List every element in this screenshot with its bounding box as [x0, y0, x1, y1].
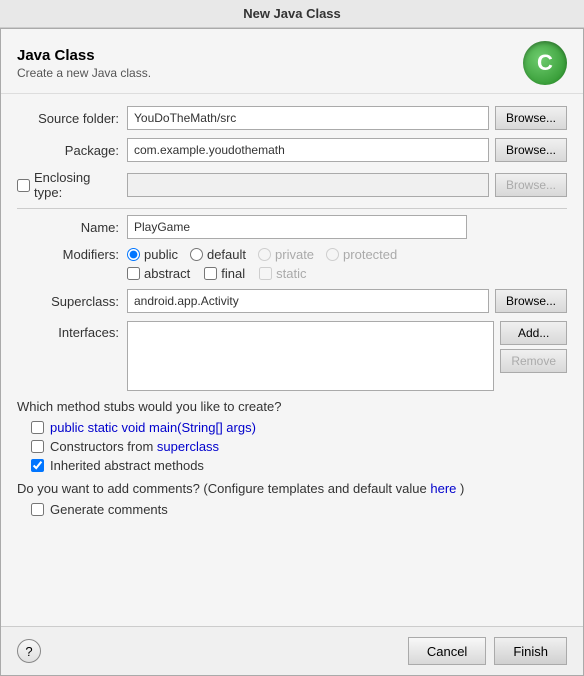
help-button[interactable]: ?: [17, 639, 41, 663]
interfaces-buttons: Add... Remove: [500, 321, 567, 373]
modifier-protected-label: protected: [326, 247, 397, 262]
modifiers-checkbox-group: abstract final static: [127, 266, 567, 281]
method-stubs-title: Which method stubs would you like to cre…: [17, 399, 567, 414]
comments-question: Do you want to add comments? (Configure …: [17, 481, 567, 496]
modifier-protected-radio: [326, 248, 339, 261]
package-browse-button[interactable]: Browse...: [495, 138, 567, 162]
modifier-public-radio[interactable]: [127, 248, 140, 261]
source-folder-row: Source folder: Browse...: [17, 106, 567, 130]
modifier-public-label[interactable]: public: [127, 247, 178, 262]
enclosing-type-label: Enclosing type:: [34, 170, 119, 200]
modifier-private-label: private: [258, 247, 314, 262]
modifiers-label: Modifiers:: [17, 247, 127, 262]
generate-comments-label: Generate comments: [50, 502, 168, 517]
superclass-row: Superclass: Browse...: [17, 289, 567, 313]
enclosing-type-checkbox-label[interactable]: Enclosing type:: [17, 170, 119, 200]
superclass-input[interactable]: [127, 289, 489, 313]
cancel-button[interactable]: Cancel: [408, 637, 486, 665]
enclosing-type-checkbox[interactable]: [17, 179, 30, 192]
name-label: Name:: [17, 220, 127, 235]
footer: ? Cancel Finish: [1, 626, 583, 675]
stub-main-item: public static void main(String[] args): [31, 420, 567, 435]
enclosing-type-input[interactable]: [127, 173, 489, 197]
stub-inherited-label: Inherited abstract methods: [50, 458, 204, 473]
interfaces-remove-button: Remove: [500, 349, 567, 373]
modifier-static-label: static: [259, 266, 306, 281]
name-input[interactable]: [127, 215, 467, 239]
package-row: Package: Browse...: [17, 138, 567, 162]
modifier-final-label[interactable]: final: [204, 266, 245, 281]
generate-comments-row: Generate comments: [31, 502, 567, 517]
modifier-static-checkbox: [259, 267, 272, 280]
source-folder-input[interactable]: [127, 106, 489, 130]
interfaces-label: Interfaces:: [17, 321, 127, 340]
modifiers-row: Modifiers: public default private protec…: [17, 247, 567, 262]
modifier-abstract-checkbox[interactable]: [127, 267, 140, 280]
source-folder-browse-button[interactable]: Browse...: [495, 106, 567, 130]
package-label: Package:: [17, 143, 127, 158]
stub-inherited-item: Inherited abstract methods: [31, 458, 567, 473]
title-bar: New Java Class: [0, 0, 584, 28]
header-subtitle: Create a new Java class.: [17, 66, 151, 80]
stub-inherited-checkbox[interactable]: [31, 459, 44, 472]
package-input[interactable]: [127, 138, 489, 162]
dialog: Java Class Create a new Java class. C So…: [0, 28, 584, 676]
interfaces-section: Interfaces: Add... Remove: [17, 321, 567, 391]
divider-1: [17, 208, 567, 209]
logo-icon: C: [523, 41, 567, 85]
footer-left: ?: [17, 639, 41, 663]
form-body: Source folder: Browse... Package: Browse…: [1, 94, 583, 626]
modifier-abstract-label[interactable]: abstract: [127, 266, 190, 281]
dialog-title: New Java Class: [243, 6, 341, 21]
modifier-final-checkbox[interactable]: [204, 267, 217, 280]
source-folder-label: Source folder:: [17, 111, 127, 126]
modifier-default-radio[interactable]: [190, 248, 203, 261]
comments-section: Do you want to add comments? (Configure …: [17, 481, 567, 517]
modifier-private-radio: [258, 248, 271, 261]
superclass-label: Superclass:: [17, 294, 127, 309]
footer-buttons: Cancel Finish: [408, 637, 567, 665]
enclosing-type-row: Enclosing type: Browse...: [17, 170, 567, 200]
method-stubs-section: Which method stubs would you like to cre…: [17, 399, 567, 473]
stub-constructors-item: Constructors from superclass: [31, 439, 567, 454]
stub-constructors-label: Constructors from superclass: [50, 439, 219, 454]
header-title: Java Class: [17, 47, 151, 64]
modifiers-radio-group: public default private protected: [127, 247, 567, 262]
header-section: Java Class Create a new Java class. C: [1, 29, 583, 94]
comments-here-link[interactable]: here: [430, 481, 456, 496]
superclass-browse-button[interactable]: Browse...: [495, 289, 567, 313]
interfaces-add-button[interactable]: Add...: [500, 321, 567, 345]
stub-constructors-checkbox[interactable]: [31, 440, 44, 453]
stub-main-label: public static void main(String[] args): [50, 420, 256, 435]
enclosing-type-browse-button: Browse...: [495, 173, 567, 197]
header-text: Java Class Create a new Java class.: [17, 47, 151, 80]
generate-comments-checkbox[interactable]: [31, 503, 44, 516]
stub-main-checkbox[interactable]: [31, 421, 44, 434]
finish-button[interactable]: Finish: [494, 637, 567, 665]
name-row: Name:: [17, 215, 567, 239]
modifier-default-label[interactable]: default: [190, 247, 246, 262]
interfaces-box: [127, 321, 494, 391]
